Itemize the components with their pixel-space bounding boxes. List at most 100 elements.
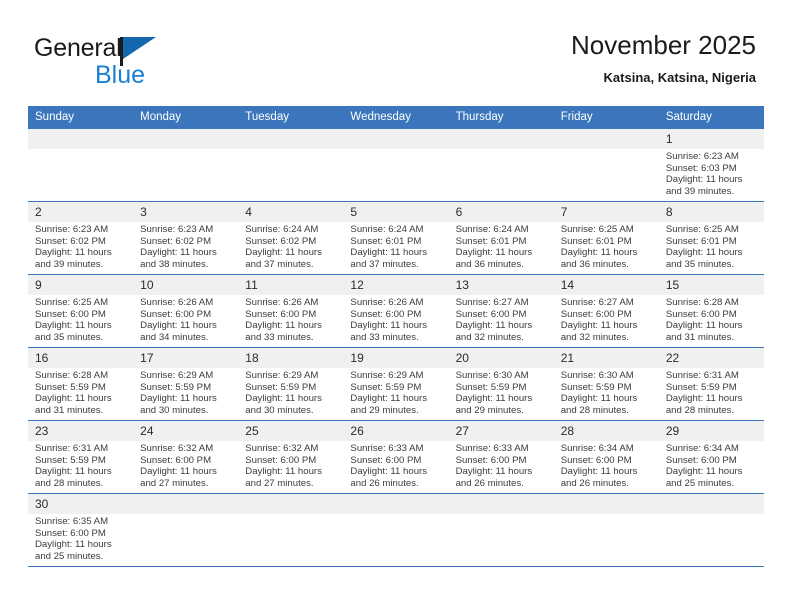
calendar-day-cell[interactable]: 1 Sunrise: 6:23 AM Sunset: 6:03 PM Daylight… xyxy=(658,128,764,202)
daylight-text: Daylight: 11 hours and 39 minutes. xyxy=(35,247,112,270)
daylight-text: Daylight: 11 hours and 30 minutes. xyxy=(245,393,322,416)
calendar-day-cell[interactable]: 22 Sunrise: 6:31 AM Sunset: 5:59 PM Dayligh… xyxy=(658,347,764,421)
sunset-text: Sunset: 6:01 PM xyxy=(560,235,632,247)
calendar-day-cell[interactable]: 12 Sunrise: 6:26 AM Sunset: 6:00 PM Dayligh… xyxy=(343,274,449,348)
day-details: Sunrise: 6:30 AM Sunset: 5:59 PM Daylight:… xyxy=(449,368,554,416)
weekday-header-monday: Monday xyxy=(133,106,239,129)
daylight-text: Daylight: 11 hours and 28 minutes. xyxy=(665,393,743,416)
day-details: Sunrise: 6:27 AM Sunset: 6:00 PM Daylight:… xyxy=(554,295,659,343)
calendar-day-cell-empty xyxy=(133,493,239,567)
daylight-text: Daylight: 11 hours and 33 minutes. xyxy=(245,320,322,343)
calendar-day-cell[interactable]: 10 Sunrise: 6:26 AM Sunset: 6:00 PM Dayligh… xyxy=(133,274,239,348)
page-subtitle-location: Katsina, Katsina, Nigeria xyxy=(603,70,756,85)
calendar-day-cell[interactable]: 15 Sunrise: 6:28 AM Sunset: 6:00 PM Dayligh… xyxy=(658,274,764,348)
calendar-day-cell[interactable]: 5 Sunrise: 6:24 AM Sunset: 6:01 PM Daylight… xyxy=(343,201,449,275)
calendar-day-cell-empty xyxy=(28,128,134,202)
day-number: 30 xyxy=(28,494,134,514)
sunrise-text: Sunrise: 6:25 AM xyxy=(665,224,739,235)
sunrise-text: Sunrise: 6:30 AM xyxy=(560,370,634,381)
calendar-day-cell-empty xyxy=(658,493,764,567)
general-blue-logo[interactable]: General Blue xyxy=(34,34,234,90)
daylight-text: Daylight: 11 hours and 35 minutes. xyxy=(35,320,112,343)
day-details: Sunrise: 6:33 AM Sunset: 6:00 PM Daylight:… xyxy=(343,441,448,489)
day-details: Sunrise: 6:27 AM Sunset: 6:00 PM Daylight:… xyxy=(449,295,554,343)
calendar-day-cell[interactable]: 6 Sunrise: 6:24 AM Sunset: 6:01 PM Daylight… xyxy=(448,201,554,275)
sunset-text: Sunset: 6:02 PM xyxy=(35,235,106,247)
calendar-day-cell[interactable]: 20 Sunrise: 6:30 AM Sunset: 5:59 PM Dayligh… xyxy=(448,347,554,421)
sunset-text: Sunset: 6:00 PM xyxy=(35,308,106,320)
daylight-text: Daylight: 11 hours and 31 minutes. xyxy=(665,320,743,343)
calendar-week-row: 9 Sunrise: 6:25 AM Sunset: 6:00 PM Daylight… xyxy=(28,274,764,348)
weekday-header-wednesday: Wednesday xyxy=(343,106,449,129)
daylight-text: Daylight: 11 hours and 33 minutes. xyxy=(350,320,428,343)
calendar-day-cell[interactable]: 25 Sunrise: 6:32 AM Sunset: 6:00 PM Dayligh… xyxy=(238,420,344,494)
day-number: 9 xyxy=(28,275,134,295)
sunset-text: Sunset: 6:00 PM xyxy=(560,454,632,466)
calendar-day-cell[interactable]: 9 Sunrise: 6:25 AM Sunset: 6:00 PM Daylight… xyxy=(28,274,134,348)
calendar-day-cell-empty xyxy=(343,493,449,567)
calendar-day-cell[interactable]: 17 Sunrise: 6:29 AM Sunset: 5:59 PM Dayligh… xyxy=(133,347,239,421)
day-number: 27 xyxy=(448,421,554,441)
day-number: 21 xyxy=(553,348,659,368)
calendar-day-cell[interactable]: 21 Sunrise: 6:30 AM Sunset: 5:59 PM Dayligh… xyxy=(553,347,659,421)
day-number: 3 xyxy=(133,202,239,222)
calendar-day-cell[interactable]: 2 Sunrise: 6:23 AM Sunset: 6:02 PM Daylight… xyxy=(28,201,134,275)
day-details: Sunrise: 6:35 AM Sunset: 6:00 PM Daylight:… xyxy=(28,514,133,562)
day-details: Sunrise: 6:26 AM Sunset: 6:00 PM Daylight:… xyxy=(238,295,343,343)
day-number: 29 xyxy=(658,421,764,441)
sunrise-text: Sunrise: 6:30 AM xyxy=(455,370,529,381)
day-details: Sunrise: 6:24 AM Sunset: 6:01 PM Daylight:… xyxy=(343,222,448,270)
calendar-day-cell[interactable]: 8 Sunrise: 6:25 AM Sunset: 6:01 PM Daylight… xyxy=(658,201,764,275)
day-number: 12 xyxy=(343,275,449,295)
day-number: 24 xyxy=(133,421,239,441)
sunset-text: Sunset: 5:59 PM xyxy=(35,381,106,393)
calendar-day-cell[interactable]: 14 Sunrise: 6:27 AM Sunset: 6:00 PM Dayligh… xyxy=(553,274,659,348)
weekday-header-sunday: Sunday xyxy=(28,106,134,129)
calendar-day-cell[interactable]: 7 Sunrise: 6:25 AM Sunset: 6:01 PM Daylight… xyxy=(553,201,659,275)
daylight-text: Daylight: 11 hours and 26 minutes. xyxy=(350,466,428,489)
calendar-day-cell[interactable]: 3 Sunrise: 6:23 AM Sunset: 6:02 PM Daylight… xyxy=(133,201,239,275)
sunset-text: Sunset: 6:00 PM xyxy=(455,454,527,466)
calendar-day-cell[interactable]: 13 Sunrise: 6:27 AM Sunset: 6:00 PM Dayligh… xyxy=(448,274,554,348)
calendar-day-cell[interactable]: 30 Sunrise: 6:35 AM Sunset: 6:00 PM Dayligh… xyxy=(28,493,134,567)
calendar-day-cell[interactable]: 19 Sunrise: 6:29 AM Sunset: 5:59 PM Dayligh… xyxy=(343,347,449,421)
calendar-day-cell-empty xyxy=(553,493,659,567)
calendar-day-cell[interactable]: 27 Sunrise: 6:33 AM Sunset: 6:00 PM Dayligh… xyxy=(448,420,554,494)
calendar-day-cell[interactable]: 18 Sunrise: 6:29 AM Sunset: 5:59 PM Dayligh… xyxy=(238,347,344,421)
logo-flag-icon xyxy=(123,37,156,59)
sunrise-text: Sunrise: 6:24 AM xyxy=(245,224,319,235)
sunrise-text: Sunrise: 6:34 AM xyxy=(665,443,739,454)
calendar-day-cell[interactable]: 26 Sunrise: 6:33 AM Sunset: 6:00 PM Dayligh… xyxy=(343,420,449,494)
daylight-text: Daylight: 11 hours and 39 minutes. xyxy=(665,174,743,197)
calendar-day-cell[interactable]: 11 Sunrise: 6:26 AM Sunset: 6:00 PM Dayligh… xyxy=(238,274,344,348)
calendar-day-cell[interactable]: 4 Sunrise: 6:24 AM Sunset: 6:02 PM Daylight… xyxy=(238,201,344,275)
sunrise-text: Sunrise: 6:29 AM xyxy=(245,370,319,381)
calendar-day-cell[interactable]: 23 Sunrise: 6:31 AM Sunset: 5:59 PM Dayligh… xyxy=(28,420,134,494)
day-number: 13 xyxy=(448,275,554,295)
day-details: Sunrise: 6:34 AM Sunset: 6:00 PM Daylight:… xyxy=(659,441,764,489)
day-number: 2 xyxy=(28,202,134,222)
sunset-text: Sunset: 6:00 PM xyxy=(350,308,422,320)
sunrise-text: Sunrise: 6:29 AM xyxy=(140,370,214,381)
day-details: Sunrise: 6:26 AM Sunset: 6:00 PM Daylight:… xyxy=(343,295,448,343)
day-number: 10 xyxy=(133,275,239,295)
calendar-day-cell[interactable]: 29 Sunrise: 6:34 AM Sunset: 6:00 PM Dayligh… xyxy=(658,420,764,494)
calendar-day-cell[interactable]: 28 Sunrise: 6:34 AM Sunset: 6:00 PM Dayligh… xyxy=(553,420,659,494)
weekday-header-row: Sunday Monday Tuesday Wednesday Thursday… xyxy=(28,106,764,129)
day-number: 18 xyxy=(238,348,344,368)
sunrise-text: Sunrise: 6:31 AM xyxy=(35,443,109,454)
sunrise-text: Sunrise: 6:29 AM xyxy=(350,370,424,381)
calendar-day-cell[interactable]: 24 Sunrise: 6:32 AM Sunset: 6:00 PM Dayligh… xyxy=(133,420,239,494)
day-number xyxy=(658,494,764,514)
sunrise-text: Sunrise: 6:32 AM xyxy=(245,443,319,454)
daylight-text: Daylight: 11 hours and 25 minutes. xyxy=(35,539,112,562)
sunset-text: Sunset: 5:59 PM xyxy=(665,381,737,393)
logo-text-blue: Blue xyxy=(95,61,146,89)
sunset-text: Sunset: 6:02 PM xyxy=(245,235,317,247)
daylight-text: Daylight: 11 hours and 31 minutes. xyxy=(35,393,112,416)
day-number: 15 xyxy=(658,275,764,295)
calendar-day-cell[interactable]: 16 Sunrise: 6:28 AM Sunset: 5:59 PM Dayligh… xyxy=(28,347,134,421)
sunset-text: Sunset: 5:59 PM xyxy=(455,381,527,393)
day-details: Sunrise: 6:24 AM Sunset: 6:02 PM Daylight:… xyxy=(238,222,343,270)
daylight-text: Daylight: 11 hours and 37 minutes. xyxy=(350,247,428,270)
